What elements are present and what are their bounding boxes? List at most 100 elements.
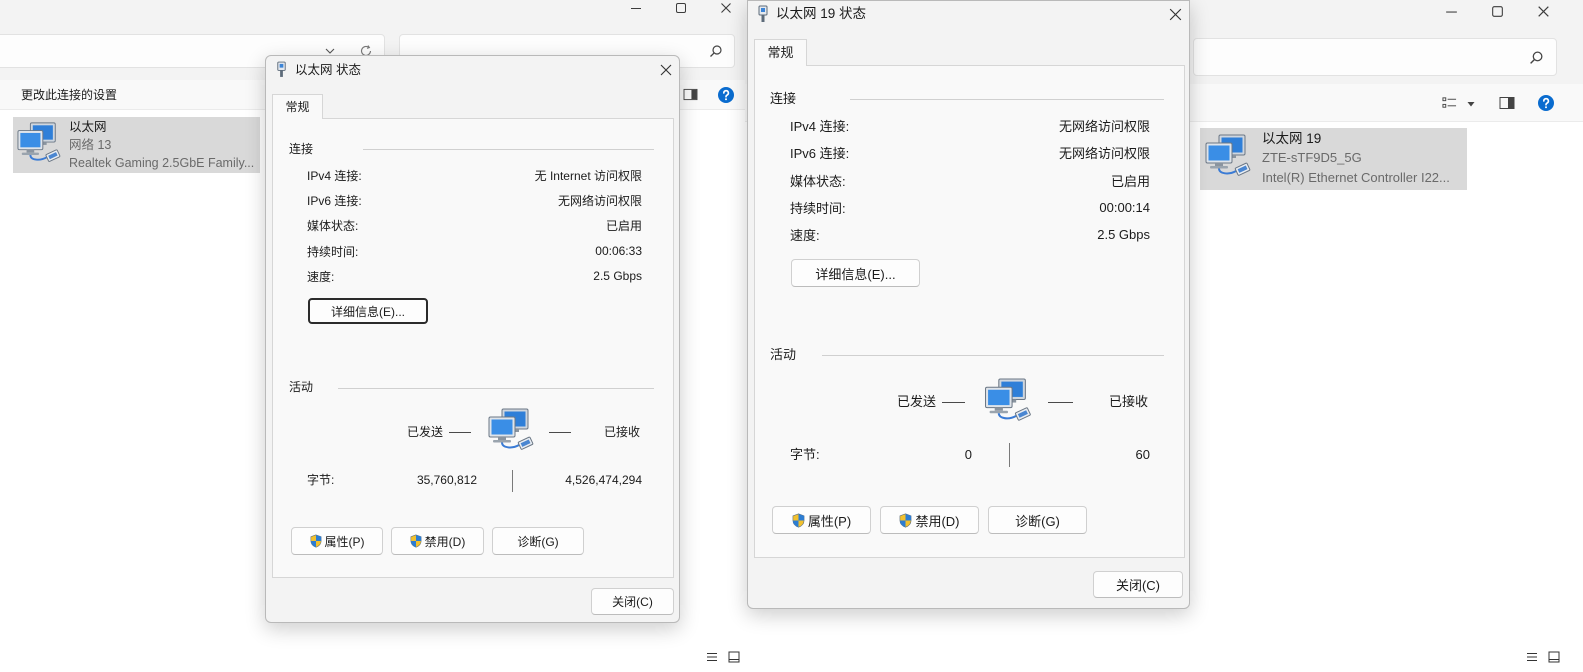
diagnose-button[interactable]: 诊断(G) <box>988 506 1087 534</box>
connection-network: 网络 13 <box>69 138 112 152</box>
diagnose-button[interactable]: 诊断(G) <box>492 527 584 555</box>
ipv6-row: IPv6 连接: 无网络访问权限 <box>307 188 642 213</box>
speed-label: 速度: <box>307 269 335 284</box>
ipv6-row: IPv6 连接: 无网络访问权限 <box>790 139 1150 166</box>
maximize-icon[interactable] <box>674 1 688 15</box>
duration-label: 持续时间: <box>790 200 846 216</box>
duration-row: 持续时间: 00:00:14 <box>790 194 1150 221</box>
speed-value: 2.5 Gbps <box>1097 227 1150 243</box>
connection-adapter: Intel(R) Ethernet Controller I22... <box>1262 170 1450 185</box>
connection-section-title: 连接 <box>289 142 314 156</box>
disable-button-label: 禁用(D) <box>915 513 960 529</box>
close-icon[interactable] <box>719 1 733 15</box>
bytes-sent-value: 35,760,812 <box>416 473 477 487</box>
disable-button[interactable]: 禁用(D) <box>880 506 979 534</box>
close-button[interactable]: 关闭(C) <box>1093 571 1183 598</box>
uac-shield-icon <box>792 513 805 528</box>
bytes-received-value: 4,526,474,294 <box>565 473 642 487</box>
properties-button[interactable]: 属性(P) <box>291 527 383 555</box>
ethernet-status-dialog-right: 以太网 19 状态 常规 连接 IPv4 连接: 无网络访问权限 IPv6 连接:… <box>747 0 1190 609</box>
duration-value: 00:00:14 <box>1099 199 1150 215</box>
change-view-icon[interactable] <box>1442 96 1457 110</box>
activity-section-divider <box>338 388 654 389</box>
ipv6-label: IPv6 连接: <box>307 194 362 209</box>
speed-label: 速度: <box>790 228 820 244</box>
sent-label: 已发送 <box>897 394 937 409</box>
network-activity-icon <box>985 378 1031 421</box>
media-state-row: 媒体状态: 已启用 <box>307 213 642 238</box>
help-icon[interactable] <box>1537 94 1555 112</box>
connection-adapter: Realtek Gaming 2.5GbE Family... <box>69 156 255 170</box>
details-view-icon[interactable] <box>1526 651 1538 663</box>
disable-button[interactable]: 禁用(D) <box>391 527 484 555</box>
properties-button-label: 属性(P) <box>807 513 852 529</box>
connection-section-title: 连接 <box>770 91 797 106</box>
properties-button[interactable]: 属性(P) <box>772 506 871 534</box>
search-icon[interactable] <box>709 44 723 58</box>
media-state-label: 媒体状态: <box>307 219 359 234</box>
received-label: 已接收 <box>604 425 641 439</box>
close-icon[interactable] <box>1536 4 1551 19</box>
ipv6-value: 无网络访问权限 <box>557 194 642 209</box>
sent-label: 已发送 <box>407 425 444 439</box>
activity-section-title: 活动 <box>289 380 314 394</box>
network-adapter-icon <box>17 122 61 162</box>
dialog-title: 以太网 19 状态 <box>776 6 867 21</box>
preview-pane-icon[interactable] <box>1499 96 1515 110</box>
close-icon[interactable] <box>1168 7 1183 22</box>
ipv4-value: 无 Internet 访问权限 <box>534 169 642 184</box>
received-connector-line <box>549 432 571 433</box>
received-connector-line <box>1048 402 1073 403</box>
preview-pane-icon[interactable] <box>683 88 698 101</box>
search-icon[interactable] <box>1529 50 1544 65</box>
bytes-received-value: 60 <box>1135 447 1150 462</box>
close-button[interactable]: 关闭(C) <box>591 588 674 615</box>
connection-name: 以太网 <box>69 120 107 134</box>
bytes-sent-value: 0 <box>964 447 972 462</box>
uac-shield-icon <box>410 534 422 548</box>
ipv6-label: IPv6 连接: <box>790 146 850 162</box>
large-icons-view-icon[interactable] <box>728 651 740 663</box>
ethernet-plug-icon <box>758 5 768 22</box>
close-icon[interactable] <box>659 63 673 77</box>
large-icons-view-icon[interactable] <box>1548 651 1560 663</box>
ipv4-row: IPv4 连接: 无 Internet 访问权限 <box>307 163 642 188</box>
connection-info-list: IPv4 连接: 无网络访问权限 IPv6 连接: 无网络访问权限 媒体状态: 已启用… <box>790 112 1150 248</box>
tab-general[interactable]: 常规 <box>272 94 323 119</box>
connection-name: 以太网 19 <box>1262 131 1322 146</box>
uac-shield-icon <box>310 534 321 548</box>
details-button[interactable]: 详细信息(E)... <box>791 259 920 287</box>
ethernet-status-dialog-left: 以太网 状态 常规 连接 IPv4 连接: 无 Internet 访问权限 IPv… <box>265 55 680 623</box>
connection-section-divider <box>363 149 654 150</box>
tab-general[interactable]: 常规 <box>754 39 807 66</box>
network-adapter-icon <box>1205 134 1251 176</box>
minimize-icon[interactable] <box>629 1 643 15</box>
help-icon[interactable] <box>717 86 735 104</box>
dropdown-arrow-icon[interactable] <box>1466 99 1476 109</box>
search-box[interactable] <box>1193 38 1557 76</box>
bytes-separator <box>1009 443 1010 467</box>
speed-row: 速度: 2.5 Gbps <box>307 264 642 289</box>
properties-button-label: 属性(P) <box>324 534 365 549</box>
dialog-title: 以太网 状态 <box>295 63 361 77</box>
maximize-icon[interactable] <box>1490 4 1505 19</box>
ipv4-label: IPv4 连接: <box>790 119 850 135</box>
network-activity-icon <box>488 408 534 450</box>
details-view-icon[interactable] <box>706 651 718 663</box>
details-button[interactable]: 详细信息(E)... <box>308 298 428 324</box>
general-tab-panel: 连接 IPv4 连接: 无网络访问权限 IPv6 连接: 无网络访问权限 媒体状态:… <box>754 65 1185 558</box>
media-state-value: 已启用 <box>1110 173 1150 189</box>
ethernet-plug-icon <box>277 61 286 77</box>
ipv6-value: 无网络访问权限 <box>1058 146 1150 162</box>
connection-info-list: IPv4 连接: 无 Internet 访问权限 IPv6 连接: 无网络访问权限 … <box>307 163 642 289</box>
media-state-label: 媒体状态: <box>790 173 846 189</box>
bytes-label: 字节: <box>790 447 820 462</box>
connection-section-divider <box>850 99 1164 100</box>
change-settings-command[interactable]: 更改此连接的设置 <box>21 87 117 103</box>
minimize-icon[interactable] <box>1444 4 1459 19</box>
media-state-row: 媒体状态: 已启用 <box>790 167 1150 194</box>
activity-section-divider <box>822 355 1164 356</box>
bytes-label: 字节: <box>307 473 335 487</box>
general-tab-panel: 连接 IPv4 连接: 无 Internet 访问权限 IPv6 连接: 无网络访问… <box>272 118 674 578</box>
uac-shield-icon <box>900 513 912 528</box>
